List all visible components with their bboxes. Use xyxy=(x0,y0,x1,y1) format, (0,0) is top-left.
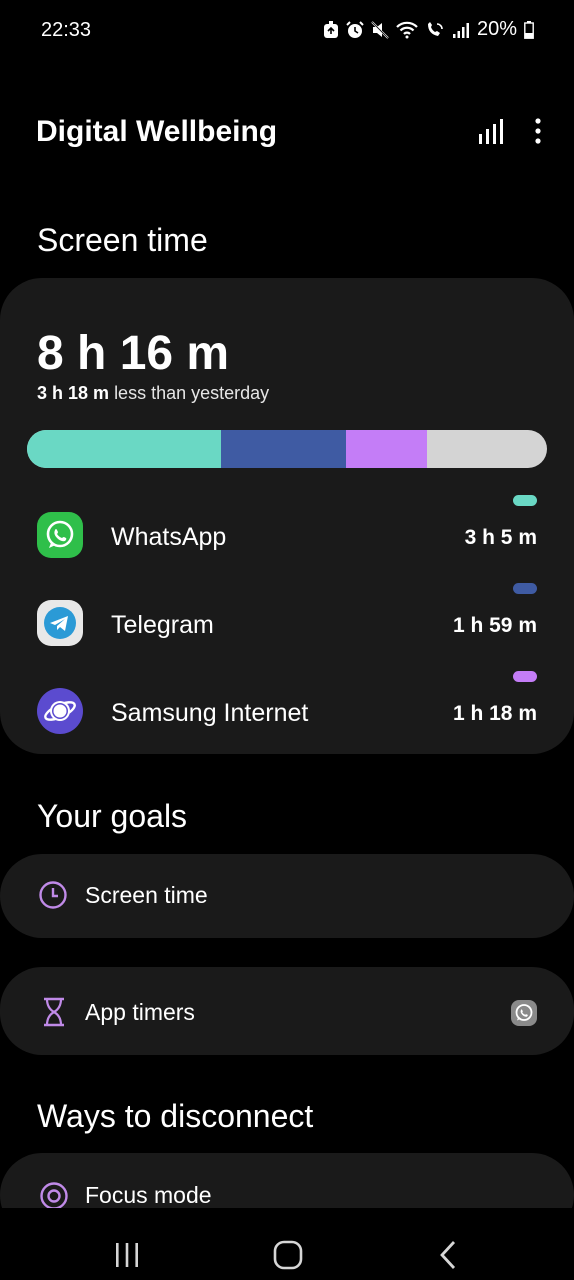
home-button[interactable] xyxy=(273,1209,303,1275)
alarm-icon xyxy=(346,20,364,39)
hourglass-icon xyxy=(42,997,66,1032)
signal-icon xyxy=(452,21,470,39)
focus-icon xyxy=(39,1181,69,1208)
app-name: Telegram xyxy=(111,611,214,639)
usage-segment xyxy=(345,430,428,468)
app-time: 1 h 59 m xyxy=(452,614,537,637)
disconnect-list-clip: Focus mode xyxy=(0,1153,574,1208)
section-title-goals: Your goals xyxy=(37,798,188,834)
wifi-icon xyxy=(396,21,418,39)
section-title-disconnect: Ways to disconnect xyxy=(37,1098,314,1134)
goal-app-timers[interactable]: App timers xyxy=(0,967,574,1055)
whatsapp-icon xyxy=(37,512,83,558)
legend-swatch xyxy=(513,495,537,506)
status-time: 22:33 xyxy=(41,19,92,41)
legend-swatch xyxy=(513,671,537,682)
chart-icon[interactable] xyxy=(478,118,504,149)
goal-label: App timers xyxy=(85,999,195,1025)
more-vert-icon[interactable] xyxy=(534,118,542,149)
mute-icon xyxy=(371,20,389,39)
total-screen-time: 8 h 16 m xyxy=(37,327,230,380)
app-row-samsung-internet[interactable]: Samsung Internet 1 h 18 m xyxy=(37,671,537,736)
screen-time-card[interactable]: 8 h 16 m 3 h 18 m less than yesterday Wh… xyxy=(0,278,574,754)
app-row-telegram[interactable]: Telegram 1 h 59 m xyxy=(37,583,537,648)
clock-icon xyxy=(38,880,68,915)
comparison-value: 3 h 18 m xyxy=(37,383,110,403)
app-header: Digital Wellbeing xyxy=(36,112,542,156)
system-nav-bar xyxy=(0,1208,574,1280)
battery-percent: 20% xyxy=(476,18,517,40)
whatsapp-icon xyxy=(511,1000,537,1031)
usage-bar xyxy=(27,430,547,468)
telegram-icon xyxy=(37,600,83,646)
recycle-icon xyxy=(323,20,339,39)
recents-button[interactable] xyxy=(114,1209,140,1273)
section-title-screen-time: Screen time xyxy=(37,222,208,258)
legend-swatch xyxy=(513,583,537,594)
usage-segment xyxy=(220,430,346,468)
app-name: WhatsApp xyxy=(111,523,227,551)
status-bar: 22:33 20% xyxy=(0,0,574,60)
app-name: Samsung Internet xyxy=(111,699,309,727)
page-title: Digital Wellbeing xyxy=(36,115,278,148)
app-time: 1 h 18 m xyxy=(452,702,537,725)
disconnect-label: Focus mode xyxy=(85,1182,212,1208)
goal-screen-time[interactable]: Screen time xyxy=(0,854,574,938)
usage-segment xyxy=(27,430,221,468)
comparison-label: less than yesterday xyxy=(114,383,270,403)
goal-label: Screen time xyxy=(85,882,208,908)
battery-icon xyxy=(524,20,534,39)
status-icons: 20% xyxy=(323,18,534,41)
header-actions xyxy=(478,118,542,149)
comparison-text: 3 h 18 m less than yesterday xyxy=(37,383,269,404)
app-time: 3 h 5 m xyxy=(464,526,537,549)
app-row-whatsapp[interactable]: WhatsApp 3 h 5 m xyxy=(37,495,537,560)
volte-call-icon xyxy=(425,21,445,39)
disconnect-focus-mode[interactable]: Focus mode xyxy=(0,1153,574,1208)
back-button[interactable] xyxy=(438,1209,458,1275)
samsung-internet-icon xyxy=(37,688,83,734)
